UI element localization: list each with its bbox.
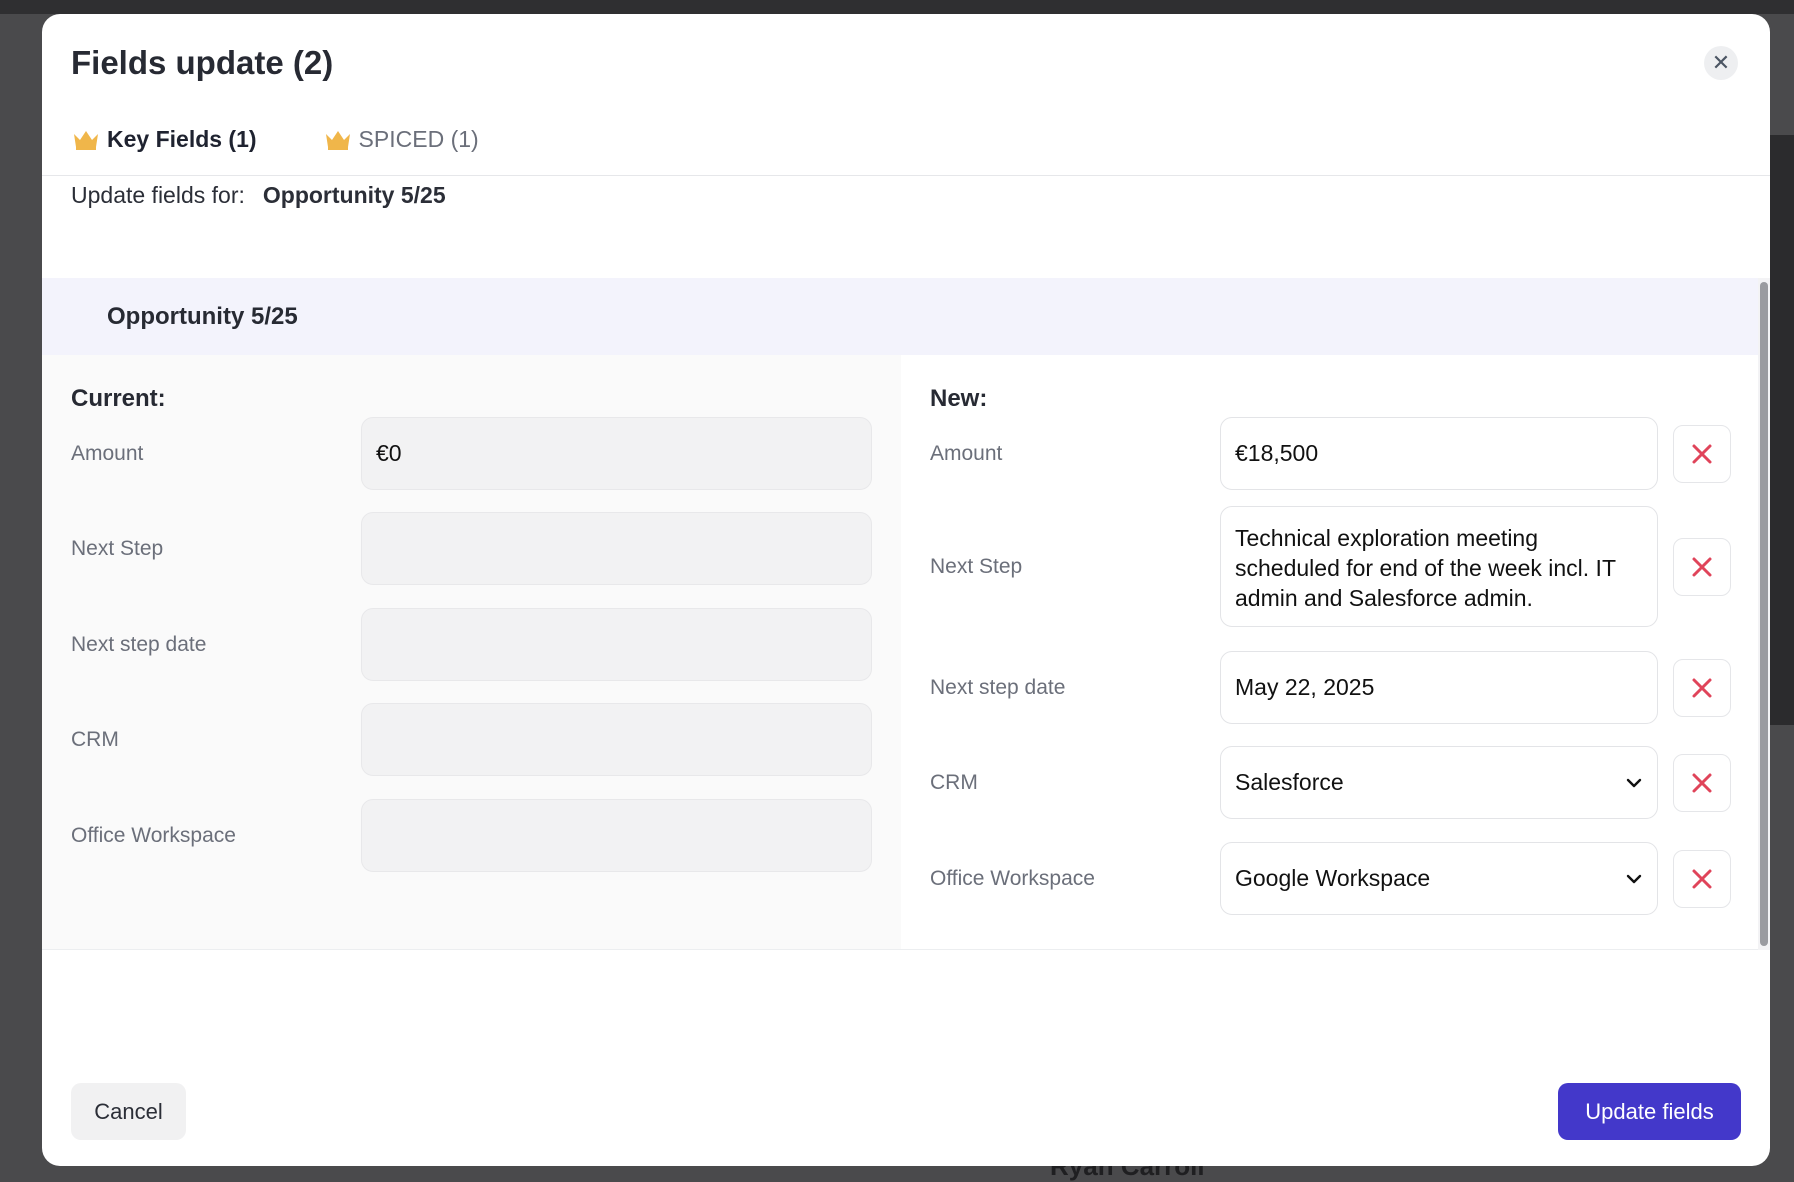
crown-icon: [325, 131, 350, 150]
new-crm-select[interactable]: Salesforce: [1220, 746, 1658, 819]
new-amount-input[interactable]: €18,500: [1220, 417, 1658, 490]
tab-spiced[interactable]: SPICED (1): [323, 116, 479, 162]
update-for-label: Update fields for:: [71, 182, 245, 208]
current-row-next-step-date: Next step date: [71, 608, 872, 681]
remove-icon: [1692, 869, 1712, 888]
fields-update-modal: Fields update (2) ✕ Key Fields (1) SPICE…: [42, 14, 1770, 1166]
current-crm-field: [361, 703, 872, 776]
remove-next-step-date-button[interactable]: [1673, 658, 1731, 717]
current-column: Current: Amount €0 Next Step Next step d…: [42, 355, 901, 949]
field-label: Next step date: [930, 675, 1066, 699]
remove-crm-button[interactable]: [1673, 753, 1731, 812]
current-amount-field: €0: [361, 417, 872, 490]
comparison-columns: Current: Amount €0 Next Step Next step d…: [42, 355, 1758, 950]
chevron-down-icon: [1626, 874, 1642, 883]
new-next-step-textarea[interactable]: Technical exploration meeting scheduled …: [1220, 506, 1658, 627]
cancel-button[interactable]: Cancel: [71, 1083, 186, 1140]
close-button[interactable]: ✕: [1704, 46, 1738, 80]
scrollbar-thumb[interactable]: [1760, 282, 1768, 946]
current-row-amount: Amount €0: [71, 417, 872, 490]
background-right-panel: [1770, 135, 1794, 725]
current-next-step-date-field: [361, 608, 872, 681]
field-label: Next Step: [71, 536, 164, 560]
remove-next-step-button[interactable]: [1673, 537, 1731, 596]
field-label: Amount: [71, 441, 144, 465]
field-label: Next Step: [930, 554, 1023, 578]
select-value: Google Workspace: [1235, 865, 1431, 891]
remove-icon: [1692, 678, 1712, 697]
close-icon: ✕: [1711, 50, 1731, 75]
new-next-step-date-input[interactable]: May 22, 2025: [1220, 651, 1658, 724]
new-row-crm: CRM Salesforce: [930, 746, 1731, 819]
new-row-office-workspace: Office Workspace Google Workspace: [930, 842, 1731, 915]
update-for-line: Update fields for: Opportunity 5/25: [71, 182, 446, 209]
new-row-next-step-date: Next step date May 22, 2025: [930, 651, 1731, 724]
tab-key-fields[interactable]: Key Fields (1): [71, 116, 257, 162]
update-for-value: Opportunity 5/25: [262, 182, 446, 208]
modal-header: Fields update (2) ✕: [42, 14, 1770, 116]
new-column: New: Amount €18,500 Next Step Technical …: [901, 355, 1758, 949]
section-header: Opportunity 5/25: [42, 278, 1758, 355]
current-next-step-field: [361, 512, 872, 585]
field-label: Amount: [930, 441, 1003, 465]
field-label: CRM: [930, 770, 978, 794]
new-row-amount: Amount €18,500: [930, 417, 1731, 490]
chevron-down-icon: [1626, 778, 1642, 787]
current-row-office-workspace: Office Workspace: [71, 799, 872, 872]
remove-icon: [1692, 773, 1712, 792]
field-label: Next step date: [71, 632, 207, 656]
scrollbar[interactable]: [1758, 278, 1770, 950]
field-label: Office Workspace: [930, 866, 1095, 890]
modal-footer: Cancel Update fields: [42, 1046, 1770, 1166]
tab-label: SPICED (1): [358, 125, 479, 152]
remove-office-workspace-button[interactable]: [1673, 849, 1731, 908]
remove-amount-button[interactable]: [1673, 424, 1731, 483]
current-title: Current:: [71, 385, 166, 412]
update-fields-button[interactable]: Update fields: [1558, 1083, 1741, 1140]
new-title: New:: [930, 385, 988, 412]
modal-title: Fields update (2): [71, 44, 334, 81]
current-row-next-step: Next Step: [71, 512, 872, 585]
tab-bar: Key Fields (1) SPICED (1): [42, 116, 1770, 176]
new-row-next-step: Next Step Technical exploration meeting …: [930, 506, 1731, 627]
field-label: CRM: [71, 727, 119, 751]
tab-label: Key Fields (1): [107, 125, 257, 152]
background-top-strip: [0, 0, 1794, 14]
crown-icon: [74, 131, 98, 150]
remove-icon: [1692, 557, 1712, 576]
new-office-workspace-select[interactable]: Google Workspace: [1220, 842, 1658, 915]
select-value: Salesforce: [1235, 769, 1344, 795]
section-title: Opportunity 5/25: [107, 302, 298, 330]
remove-icon: [1692, 444, 1712, 463]
current-row-crm: CRM: [71, 703, 872, 776]
current-office-workspace-field: [361, 799, 872, 872]
field-label: Office Workspace: [71, 823, 236, 847]
fields-scroll-area: Opportunity 5/25 Current: Amount €0 Next…: [42, 278, 1758, 950]
